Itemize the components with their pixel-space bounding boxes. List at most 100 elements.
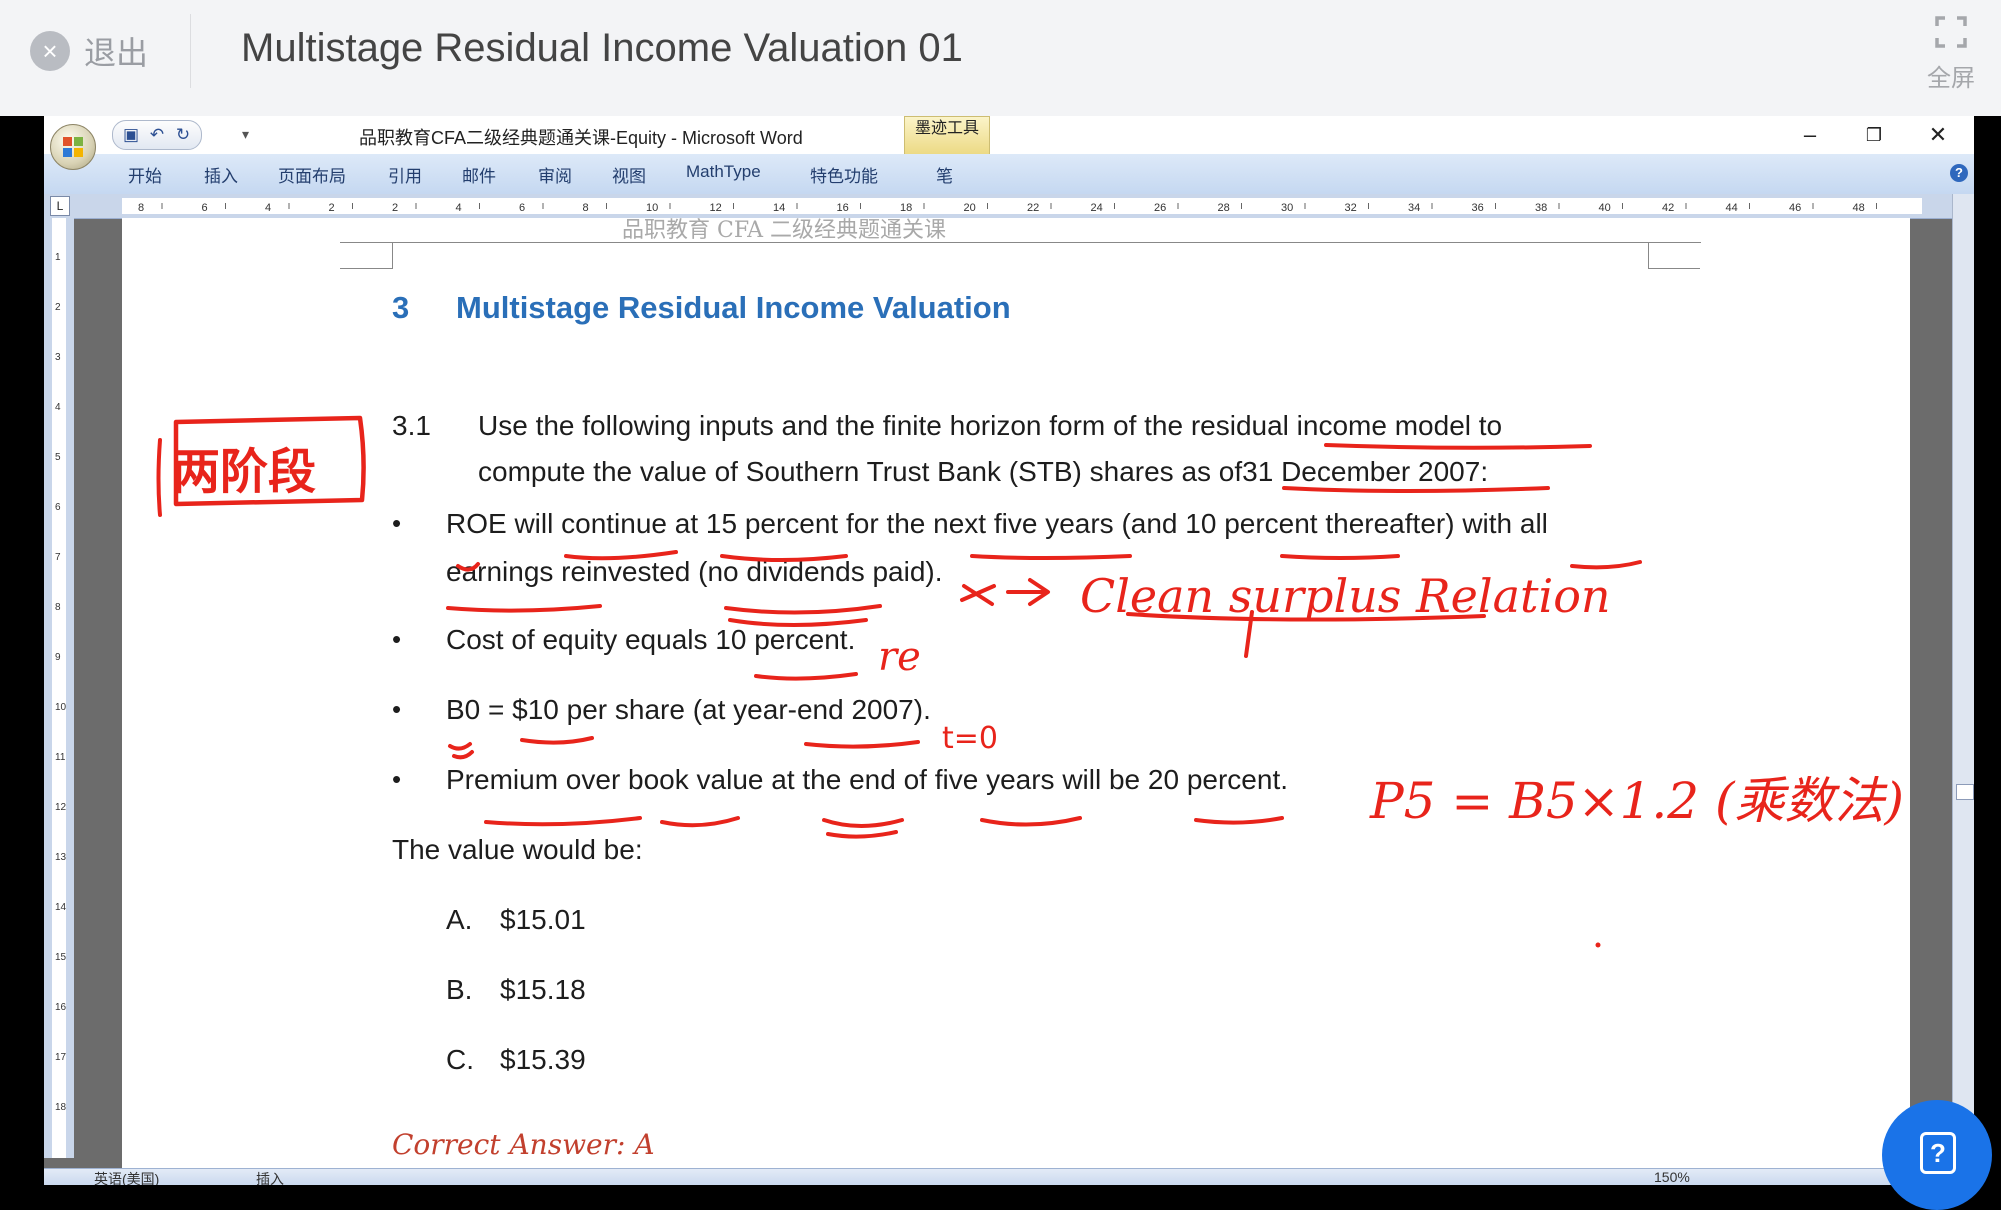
scrollbar-thumb[interactable] [1956, 784, 1974, 800]
status-language[interactable]: 英语(美国) [94, 1169, 159, 1185]
tab-home[interactable]: 开始 [128, 162, 162, 187]
vertical-ruler[interactable]: 1 2 3 4 5 6 7 8 9 10 11 12 13 14 15 16 17 18 [44, 218, 74, 1158]
vertical-ruler-mark: 13 [55, 852, 66, 863]
vertical-ruler-mark: 6 [55, 502, 61, 513]
tab-pen[interactable]: 笔 [936, 162, 953, 187]
value-prompt: The value would be: [392, 834, 643, 865]
tab-review[interactable]: 审阅 [538, 162, 572, 187]
ruler-marks: 8 6 4 2 2 4 6 8 10 12 14 16 18 20 22 24 26 28 30 32 34 36 38 40… [138, 202, 1877, 214]
status-mode[interactable]: 插入 [256, 1169, 284, 1185]
word-window: ▣ ↶ ↻ ▾ 品职教育CFA二级经典题通关课-Equity - Microso… [44, 116, 1974, 1185]
tab-references[interactable]: 引用 [388, 162, 422, 187]
tab-page-layout[interactable]: 页面布局 [278, 162, 346, 187]
bullet-dot: • [392, 508, 402, 538]
vertical-ruler-marks: 123456789101112131415161718 [55, 252, 67, 1113]
ruler-mark: 32 [1345, 202, 1357, 214]
question-line-1: Use the following inputs and the finite … [478, 410, 1503, 441]
help-button[interactable]: ? [1882, 1100, 1992, 1210]
bullet-cost-of-equity: Cost of equity equals 10 percent. [446, 624, 856, 655]
quick-access-toolbar: ▣ ↶ ↻ [112, 120, 202, 150]
option-b-letter: B. [446, 974, 473, 1005]
ruler-mark: 22 [1027, 202, 1039, 214]
crop-mark [340, 242, 393, 269]
section-title: Multistage Residual Income Valuation [456, 290, 1011, 325]
bullet-premium: Premium over book value at the end of fi… [446, 764, 1288, 795]
close-window-icon[interactable]: ✕ [1918, 120, 1958, 150]
word-title-bar: ▣ ↶ ↻ ▾ 品职教育CFA二级经典题通关课-Equity - Microso… [44, 116, 1974, 156]
ruler-mark: 34 [1408, 202, 1420, 214]
option-a-letter: A. [446, 904, 473, 935]
page-title: Multistage Residual Income Valuation 01 [241, 26, 963, 70]
document-window-title: 品职教育CFA二级经典题通关课-Equity - Microsoft Word [359, 128, 803, 148]
question-icon: ? [1920, 1132, 1956, 1174]
tab-view[interactable]: 视图 [612, 162, 646, 187]
question-line-2: compute the value of Southern Trust Bank… [478, 456, 1489, 487]
ruler-mark: 24 [1091, 202, 1103, 214]
page-header: 品职教育 CFA 二级经典题通关课 [622, 218, 947, 243]
horizontal-ruler[interactable]: L 8 6 4 2 2 4 6 8 10 12 14 16 18 20 22 24 26 28 30 32 34 36 38… [44, 194, 1974, 219]
exit-label: 退出 [84, 35, 149, 71]
fullscreen-icon [1935, 16, 1967, 48]
ruler-mark: 2 [392, 202, 398, 214]
vertical-ruler-mark: 4 [55, 402, 61, 413]
ruler-mark: 6 [519, 202, 525, 214]
player-top-bar: × 退出 Multistage Residual Income Valuatio… [0, 0, 2001, 116]
vertical-ruler-mark: 17 [55, 1052, 66, 1063]
tab-mailings[interactable]: 邮件 [462, 162, 496, 187]
vertical-ruler-mark: 8 [55, 602, 61, 613]
restore-icon[interactable]: ❐ [1854, 120, 1894, 150]
undo-icon[interactable]: ↶ [147, 125, 167, 145]
customize-toolbar-icon[interactable]: ▾ [242, 126, 249, 143]
vertical-ruler-mark: 3 [55, 352, 61, 363]
ruler-mark: 30 [1281, 202, 1293, 214]
header-rule [392, 242, 1648, 243]
crop-mark [1648, 242, 1701, 269]
divider [190, 14, 191, 88]
status-zoom[interactable]: 150% [1654, 1169, 1690, 1185]
ruler-mark: 36 [1472, 202, 1484, 214]
vertical-ruler-mark: 11 [55, 752, 66, 763]
ruler-mark: 4 [265, 202, 271, 214]
bullet-dot: • [392, 624, 402, 654]
vertical-ruler-mark: 5 [55, 452, 61, 463]
crop-mark [1648, 268, 1700, 269]
option-c-letter: C. [446, 1044, 474, 1075]
vertical-ruler-mark: 1 [55, 252, 61, 263]
ruler-mark: 4 [456, 202, 462, 214]
ruler-mark: 26 [1154, 202, 1166, 214]
ruler-mark: 48 [1853, 202, 1865, 214]
section-number: 3 [392, 290, 410, 325]
ruler-mark: 8 [138, 202, 144, 214]
tab-special-features[interactable]: 特色功能 [810, 162, 878, 187]
redo-icon[interactable]: ↻ [173, 125, 193, 145]
ruler-mark: 46 [1789, 202, 1801, 214]
ruler-mark: 6 [202, 202, 208, 214]
ruler-mark: 20 [964, 202, 976, 214]
exit-button[interactable]: × 退出 [30, 30, 148, 72]
vertical-ruler-mark: 7 [55, 552, 61, 563]
fullscreen-button[interactable]: 全屏 [1918, 12, 1984, 93]
ruler-mark: 44 [1726, 202, 1738, 214]
tab-mathtype[interactable]: MathType [686, 162, 761, 182]
tab-selector-icon[interactable]: L [50, 196, 70, 216]
bullet-roe-line-1: ROE will continue at 15 percent for the … [446, 508, 1548, 539]
vertical-ruler-mark: 12 [55, 802, 66, 813]
vertical-scrollbar[interactable] [1952, 194, 1974, 1158]
status-bar: 英语(美国) 插入 150% [44, 1168, 1974, 1185]
minimize-icon[interactable]: – [1790, 120, 1830, 150]
tab-insert[interactable]: 插入 [204, 162, 238, 187]
fullscreen-label: 全屏 [1927, 65, 1975, 92]
ink-tools-contextual-tab[interactable]: 墨迹工具 [904, 116, 990, 156]
office-button[interactable] [50, 124, 96, 170]
correct-answer: Correct Answer: A [392, 1128, 655, 1161]
save-icon[interactable]: ▣ [121, 125, 141, 145]
vertical-ruler-mark: 18 [55, 1102, 66, 1113]
question-number: 3.1 [392, 410, 431, 441]
bullet-dot: • [392, 694, 402, 724]
ruler-mark: 2 [329, 202, 335, 214]
office-logo-icon [63, 137, 83, 157]
vertical-ruler-scale: 1 2 3 4 5 6 7 8 9 10 11 12 13 14 15 16 17 18 [52, 218, 67, 1158]
vertical-ruler-mark: 9 [55, 652, 61, 663]
help-icon[interactable]: ? [1950, 164, 1968, 182]
document-page[interactable]: 品职教育 CFA 二级经典题通关课 3 Multistage Residual I… [122, 218, 1910, 1168]
